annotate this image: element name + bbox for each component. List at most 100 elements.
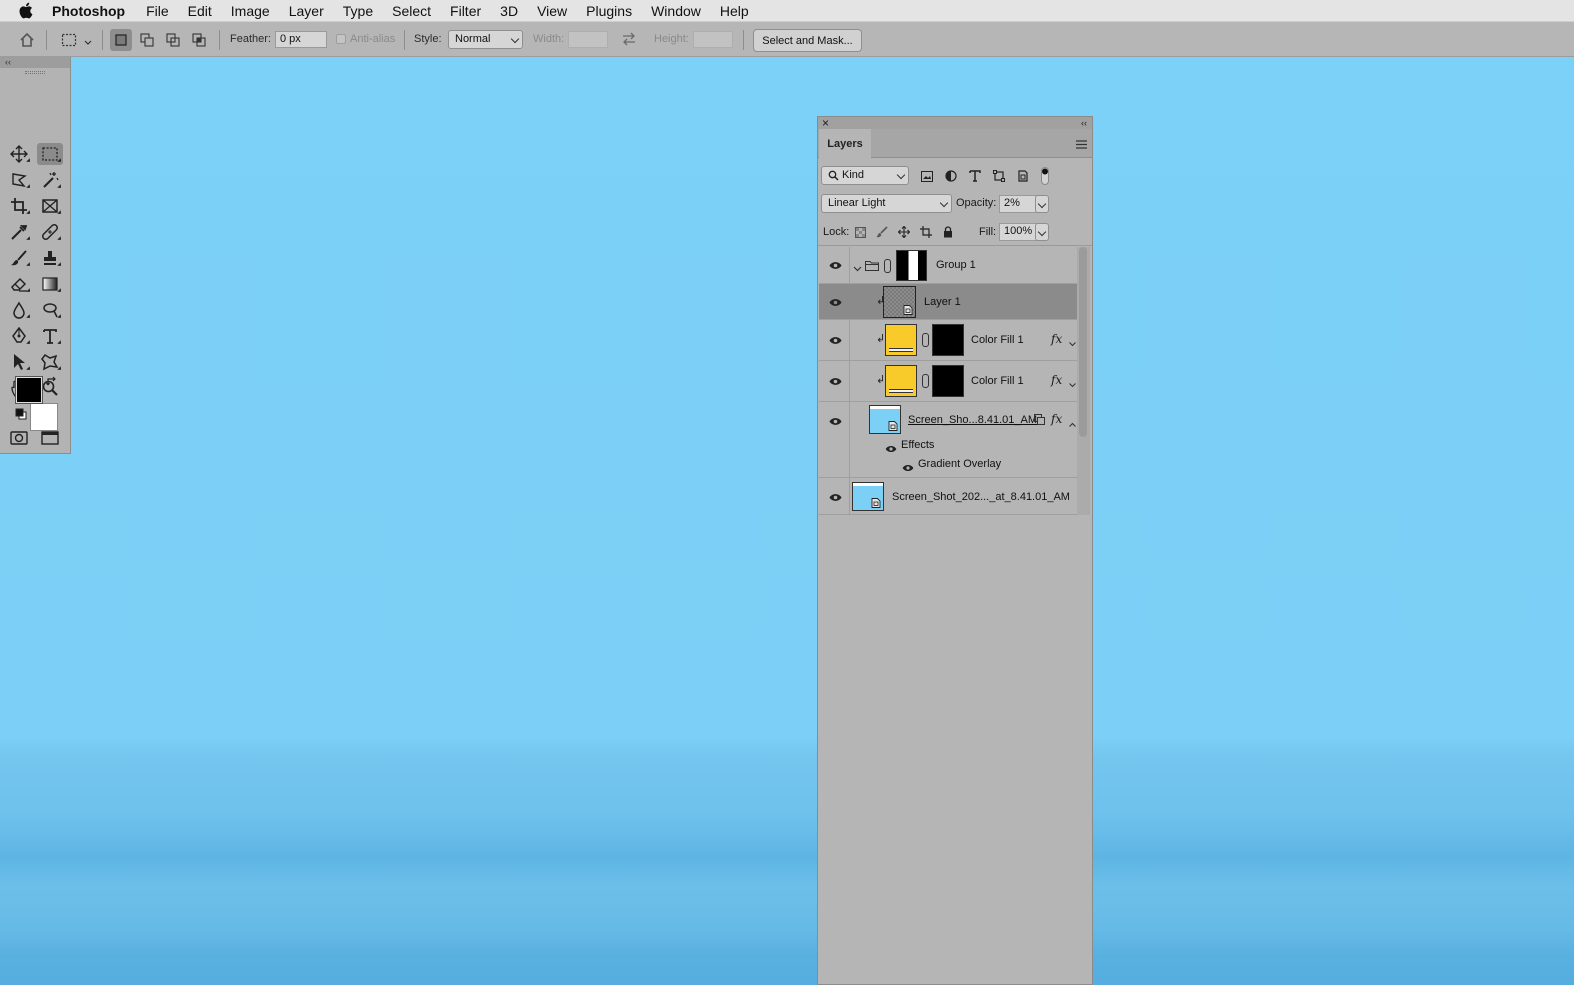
- opacity-input[interactable]: 2%: [999, 195, 1037, 213]
- eye-icon[interactable]: [902, 461, 914, 475]
- add-to-selection-icon[interactable]: [136, 29, 158, 51]
- swap-colors-icon[interactable]: [46, 375, 58, 390]
- style-select[interactable]: Normal: [448, 30, 523, 49]
- chevron-down-icon[interactable]: [1069, 377, 1076, 391]
- layer-row-layer-1[interactable]: ↲ Layer 1: [819, 284, 1077, 320]
- lock-image-icon[interactable]: [875, 225, 889, 239]
- lock-all-icon[interactable]: [941, 225, 955, 239]
- menu-help[interactable]: Help: [720, 3, 749, 19]
- link-icon[interactable]: [884, 259, 891, 273]
- lock-artboard-icon[interactable]: [919, 225, 933, 239]
- filter-adjustment-icon[interactable]: [944, 169, 958, 183]
- layer-row-screenshot[interactable]: Screen_Shot_202..._at_8.41.01_AM: [819, 478, 1077, 515]
- eyedropper-tool-icon[interactable]: [6, 221, 32, 243]
- width-input[interactable]: [568, 31, 608, 48]
- opacity-dropdown[interactable]: [1035, 195, 1049, 213]
- layer-row-color-fill-1[interactable]: ↲ Color Fill 1 fx: [819, 320, 1077, 361]
- menu-app-photoshop[interactable]: Photoshop: [52, 3, 125, 19]
- marquee-preset-icon[interactable]: [58, 29, 80, 51]
- document-canvas[interactable]: [0, 57, 1574, 985]
- fill-color-thumbnail[interactable]: [885, 365, 917, 397]
- blend-mode-select[interactable]: Linear Light: [821, 194, 952, 213]
- chevron-down-icon[interactable]: [84, 35, 92, 49]
- menu-type[interactable]: Type: [343, 3, 373, 19]
- intersect-selection-icon[interactable]: [188, 29, 210, 51]
- menu-edit[interactable]: Edit: [188, 3, 212, 19]
- healing-brush-tool-icon[interactable]: [37, 221, 63, 243]
- lock-transparent-icon[interactable]: [853, 225, 867, 239]
- menu-window[interactable]: Window: [651, 3, 701, 19]
- fx-icon[interactable]: fx: [1051, 332, 1062, 346]
- custom-shape-tool-icon[interactable]: [37, 351, 63, 373]
- quick-mask-icon[interactable]: [6, 427, 32, 449]
- layer-row-color-fill-1-copy[interactable]: ↲ Color Fill 1 fx: [819, 361, 1077, 402]
- chevron-up-icon[interactable]: [1069, 416, 1076, 430]
- fx-icon[interactable]: fx: [1051, 412, 1062, 426]
- foreground-color-swatch[interactable]: [15, 376, 43, 404]
- layer-mask-thumbnail[interactable]: [932, 365, 964, 397]
- eye-icon[interactable]: [827, 257, 843, 273]
- feather-input[interactable]: 0 px: [275, 31, 327, 48]
- move-tool-icon[interactable]: [6, 143, 32, 165]
- screen-mode-icon[interactable]: [37, 427, 63, 449]
- layer-row-screenshot-smart-object[interactable]: Screen_Sho...8.41.01_AM fx Effects Gradi…: [819, 402, 1077, 478]
- crop-tool-icon[interactable]: [6, 195, 32, 217]
- dodge-tool-icon[interactable]: [37, 299, 63, 321]
- link-icon[interactable]: [922, 374, 929, 388]
- close-icon[interactable]: ×: [822, 117, 829, 129]
- eye-icon[interactable]: [827, 294, 843, 310]
- filter-smart-object-icon[interactable]: [1016, 169, 1030, 183]
- layer-row-group-1[interactable]: Group 1: [819, 247, 1077, 284]
- filter-toggle-icon[interactable]: [1038, 167, 1052, 185]
- height-input[interactable]: [693, 31, 733, 48]
- clone-stamp-tool-icon[interactable]: [37, 247, 63, 269]
- fill-dropdown[interactable]: [1035, 223, 1049, 241]
- fill-input[interactable]: 100%: [999, 223, 1037, 241]
- fill-color-thumbnail[interactable]: [885, 324, 917, 356]
- scrollbar-thumb[interactable]: [1079, 247, 1087, 437]
- brush-tool-icon[interactable]: [6, 247, 32, 269]
- rectangular-marquee-tool-icon[interactable]: [37, 143, 63, 165]
- filter-kind-select[interactable]: Kind: [821, 166, 909, 185]
- apple-icon[interactable]: [18, 2, 36, 19]
- subtract-from-selection-icon[interactable]: [162, 29, 184, 51]
- antialias-checkbox[interactable]: [336, 34, 346, 44]
- menu-3d[interactable]: 3D: [500, 3, 518, 19]
- toolbox-collapse-button[interactable]: ‹‹: [0, 57, 70, 68]
- lasso-tool-icon[interactable]: [6, 169, 32, 191]
- filter-shape-icon[interactable]: [992, 169, 1006, 183]
- menu-plugins[interactable]: Plugins: [586, 3, 632, 19]
- effects-label[interactable]: Effects: [901, 439, 934, 451]
- eye-icon[interactable]: [827, 489, 843, 505]
- panel-menu-icon[interactable]: [1076, 138, 1087, 152]
- frame-tool-icon[interactable]: [37, 195, 63, 217]
- menu-view[interactable]: View: [537, 3, 567, 19]
- menu-image[interactable]: Image: [231, 3, 270, 19]
- pen-tool-icon[interactable]: [6, 325, 32, 347]
- chevron-down-icon[interactable]: [853, 261, 862, 275]
- link-icon[interactable]: [922, 333, 929, 347]
- menu-filter[interactable]: Filter: [450, 3, 481, 19]
- lock-position-icon[interactable]: [897, 225, 911, 239]
- home-icon[interactable]: [16, 29, 38, 51]
- eye-icon[interactable]: [827, 373, 843, 389]
- tab-layers[interactable]: Layers: [819, 129, 871, 158]
- fx-icon[interactable]: fx: [1051, 373, 1062, 387]
- menu-file[interactable]: File: [146, 3, 169, 19]
- layer-mask-thumbnail[interactable]: [932, 324, 964, 356]
- default-colors-icon[interactable]: [15, 408, 27, 423]
- blur-tool-icon[interactable]: [6, 299, 32, 321]
- magic-wand-tool-icon[interactable]: [37, 169, 63, 191]
- toolbox-grip[interactable]: [25, 71, 45, 74]
- layers-scrollbar[interactable]: [1077, 247, 1090, 515]
- swap-width-height-icon[interactable]: [621, 32, 637, 49]
- path-selection-tool-icon[interactable]: [6, 351, 32, 373]
- type-tool-icon[interactable]: [37, 325, 63, 347]
- collapse-panel-icon[interactable]: ‹‹: [1081, 117, 1087, 129]
- menu-select[interactable]: Select: [392, 3, 431, 19]
- select-and-mask-button[interactable]: Select and Mask...: [753, 29, 862, 52]
- new-selection-icon[interactable]: [110, 29, 132, 51]
- filter-type-icon[interactable]: [968, 169, 982, 183]
- gradient-tool-icon[interactable]: [37, 273, 63, 295]
- effect-gradient-overlay[interactable]: Gradient Overlay: [918, 458, 1001, 470]
